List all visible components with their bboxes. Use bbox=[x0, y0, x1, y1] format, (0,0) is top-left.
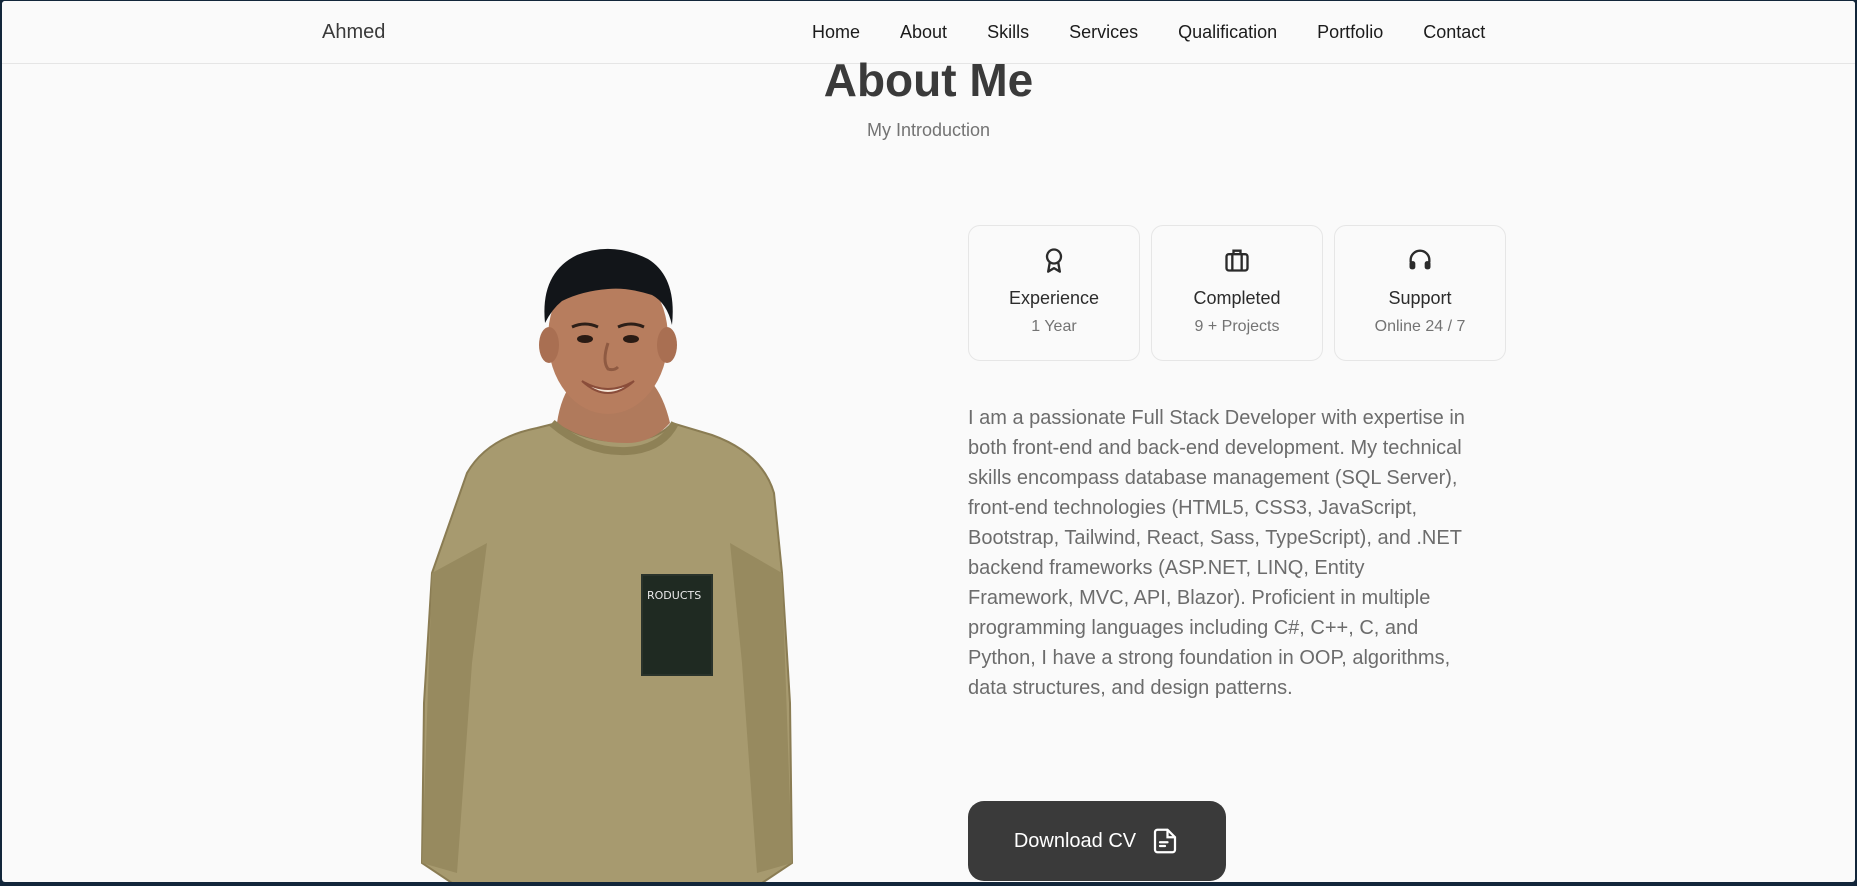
stat-title: Completed bbox=[1193, 288, 1281, 308]
stat-card-support: Support Online 24 / 7 bbox=[1334, 225, 1506, 361]
pocket-text: RODUCTS bbox=[647, 589, 701, 602]
section-subtitle: My Introduction bbox=[866, 120, 991, 140]
file-icon bbox=[1154, 828, 1177, 854]
download-cv-label: Download CV bbox=[1013, 829, 1137, 852]
stat-title: Support bbox=[1388, 288, 1452, 308]
nav-portfolio[interactable]: Portfolio bbox=[1317, 22, 1383, 43]
download-cv-button[interactable]: Download CV bbox=[968, 801, 1226, 881]
stat-value: 1 Year bbox=[1031, 318, 1077, 335]
section-title: About Me bbox=[823, 54, 1034, 106]
nav-qualification[interactable]: Qualification bbox=[1178, 22, 1277, 43]
stats-cards: Experience 1 Year Completed 9 + Projects… bbox=[968, 225, 1506, 361]
stat-value: Online 24 / 7 bbox=[1374, 318, 1466, 335]
award-icon bbox=[1045, 248, 1063, 273]
stat-card-experience: Experience 1 Year bbox=[968, 225, 1140, 361]
sweater bbox=[422, 423, 792, 882]
nav-menu: Home About Skills Services Qualification… bbox=[812, 22, 1485, 43]
stat-card-completed: Completed 9 + Projects bbox=[1151, 225, 1323, 361]
nav-contact[interactable]: Contact bbox=[1423, 22, 1485, 43]
nav-about[interactable]: About bbox=[900, 22, 947, 43]
profile-photo: RODUCTS bbox=[420, 248, 794, 882]
nav-services[interactable]: Services bbox=[1069, 22, 1138, 43]
nav-skills[interactable]: Skills bbox=[987, 22, 1029, 43]
stat-value: 9 + Projects bbox=[1194, 318, 1280, 335]
stat-title: Experience bbox=[1008, 288, 1100, 308]
headset-icon bbox=[1409, 249, 1431, 270]
briefcase-icon bbox=[1225, 249, 1249, 272]
browser-viewport: Ahmed Home About Skills Services Qualifi… bbox=[2, 1, 1855, 882]
nav-home[interactable]: Home bbox=[812, 22, 860, 43]
logo[interactable]: Ahmed bbox=[322, 21, 385, 44]
about-description: I am a passionate Full Stack Developer w… bbox=[968, 407, 1465, 699]
